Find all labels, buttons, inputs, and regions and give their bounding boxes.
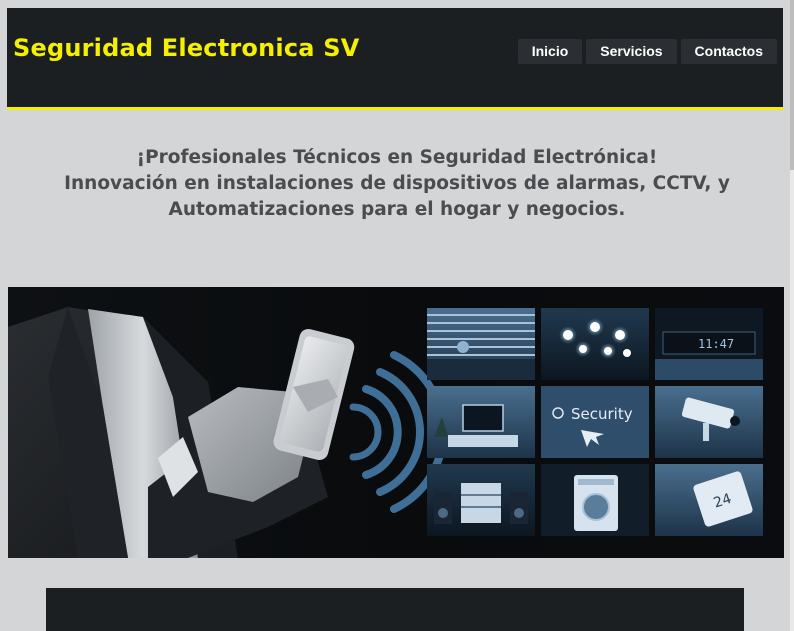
content-section-dark <box>46 588 744 631</box>
brand-logo-text[interactable]: Seguridad Electronica SV <box>13 34 359 62</box>
smart-devices-grid: 11:47 Security 24 <box>427 308 763 536</box>
page-scrollbar[interactable] <box>790 0 794 631</box>
banner-illustration: 11:47 Security 24 <box>8 287 784 558</box>
cctv-camera-tile <box>655 386 763 458</box>
nav-servicios-button[interactable]: Servicios <box>586 39 677 64</box>
site-header: Seguridad Electronica SV Inicio Servicio… <box>7 8 783 110</box>
main-nav: Inicio Servicios Contactos <box>517 39 777 64</box>
nav-inicio-button[interactable]: Inicio <box>517 39 583 64</box>
hero-banner-image: 11:47 Security 24 <box>8 287 784 558</box>
thermostat-tile: 24 <box>655 464 763 536</box>
hero-line-1: ¡Profesionales Técnicos en Seguridad Ele… <box>136 147 658 168</box>
scrollbar-thumb[interactable] <box>790 0 794 170</box>
security-tile-label: Security <box>571 405 633 423</box>
washing-machine-tile <box>541 464 649 536</box>
nav-contactos-button[interactable]: Contactos <box>680 39 777 64</box>
hero-heading: ¡Profesionales Técnicos en Seguridad Ele… <box>0 145 794 223</box>
window-blinds-tile <box>427 308 535 380</box>
clock-readout: 11:47 <box>698 337 734 351</box>
hero-line-3: Automatizaciones para el hogar y negocio… <box>168 199 626 220</box>
security-touch-tile: Security <box>541 386 649 458</box>
page: Seguridad Electronica SV Inicio Servicio… <box>0 0 794 631</box>
living-room-tv-tile <box>427 386 535 458</box>
hero-line-2: Innovación en instalaciones de dispositi… <box>64 173 730 194</box>
digital-clock-tile: 11:47 <box>655 308 763 380</box>
audio-system-tile <box>427 464 535 536</box>
ceiling-lamp-tile <box>541 308 649 380</box>
